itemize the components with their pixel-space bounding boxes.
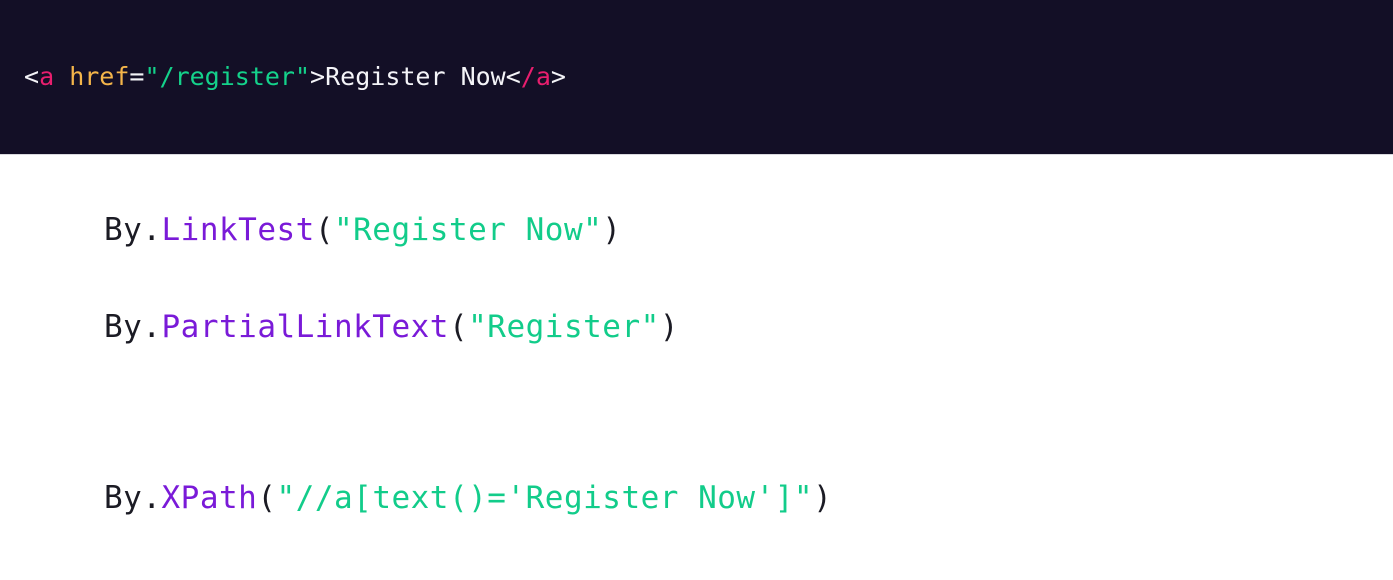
- open-bracket: <: [24, 62, 40, 91]
- locator-line-xpath: By.XPath("//a[text()='Register Now']"): [104, 478, 832, 518]
- by-prefix: By: [104, 212, 143, 248]
- method-name: PartialLinkText: [161, 309, 449, 345]
- open-paren: (: [448, 309, 469, 345]
- html-anchor-snippet: <a href="/register">Register Now</a>: [24, 60, 566, 94]
- tag-name-a: a: [39, 62, 55, 91]
- string-argument: "Register Now": [333, 212, 603, 248]
- by-prefix: By: [104, 480, 143, 516]
- html-snippet-panel: <a href="/register">Register Now</a>: [0, 0, 1393, 154]
- close-paren: ): [659, 309, 679, 345]
- by-prefix: By: [104, 309, 143, 345]
- closing-tag-name: /a: [520, 62, 551, 91]
- close-paren: ): [813, 480, 833, 516]
- equals-sign: =: [129, 62, 145, 91]
- open-paren: (: [314, 212, 334, 248]
- method-name: LinkTest: [161, 212, 315, 248]
- string-argument: "//a[text()='Register Now']": [276, 480, 814, 516]
- close-bracket: >: [310, 62, 326, 91]
- dot: .: [142, 212, 162, 248]
- locator-line-link-text: By.LinkTest("Register Now"): [104, 210, 621, 250]
- close-paren: ): [602, 212, 622, 248]
- panel-divider: [0, 154, 1393, 155]
- method-name: XPath: [161, 480, 258, 516]
- open-paren: (: [257, 480, 277, 516]
- string-argument: "Register": [468, 309, 660, 345]
- anchor-link-text: Register Now: [325, 62, 506, 91]
- closing-tag-end-bracket: >: [550, 62, 566, 91]
- attribute-href: href: [69, 62, 130, 91]
- locator-line-partial-link-text: By.PartialLinkText("Register"): [104, 307, 679, 347]
- dot: .: [142, 480, 162, 516]
- closing-tag-open-bracket: <: [505, 62, 521, 91]
- dot: .: [142, 309, 162, 345]
- attribute-value-register: "/register": [144, 62, 311, 91]
